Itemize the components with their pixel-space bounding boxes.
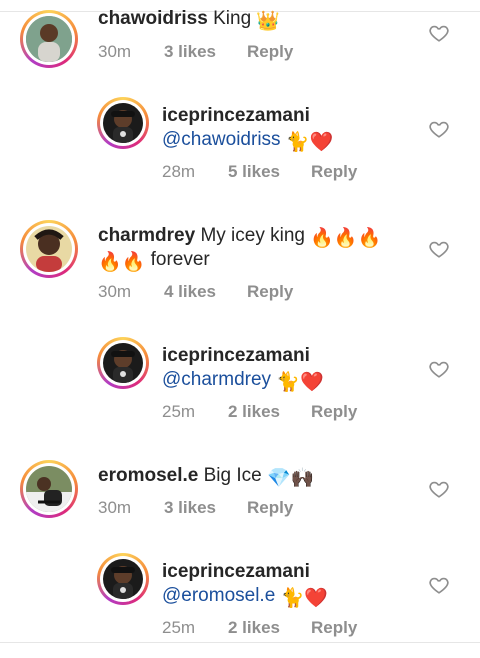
like-heart-icon[interactable]: [428, 358, 450, 380]
bottom-divider: [0, 642, 480, 643]
likes-count-link[interactable]: 2 likes: [228, 402, 280, 422]
like-heart-icon[interactable]: [428, 22, 450, 44]
reply-button[interactable]: Reply: [247, 42, 293, 62]
likes-count-link[interactable]: 5 likes: [228, 162, 280, 182]
likes-count-link[interactable]: 4 likes: [164, 282, 216, 302]
comment-text: My icey king: [200, 225, 305, 246]
comment-text: Big Ice: [203, 465, 262, 486]
comment-time: 30m: [98, 282, 132, 301]
avatar-eromosel[interactable]: [20, 460, 78, 518]
comment-time: 25m: [162, 402, 196, 421]
comment-username[interactable]: iceprincezamani: [162, 561, 310, 582]
likes-count-link[interactable]: 2 likes: [228, 618, 280, 638]
crown-emoji: 👑: [256, 11, 281, 32]
avatar-iceprincezamani[interactable]: [97, 337, 149, 389]
reply-button[interactable]: Reply: [247, 498, 293, 518]
avatar-iceprincezamani[interactable]: [97, 553, 149, 605]
comment-username[interactable]: iceprincezamani: [162, 105, 310, 126]
like-heart-icon[interactable]: [428, 574, 450, 596]
avatar-photo: [103, 103, 143, 143]
cat-heart-emoji: 🐈❤️: [280, 588, 328, 609]
avatar-photo: [26, 466, 72, 512]
like-heart-icon[interactable]: [428, 118, 450, 140]
likes-count-link[interactable]: 3 likes: [164, 42, 216, 62]
fire-emoji: 🔥🔥: [98, 252, 146, 273]
comment-username[interactable]: iceprincezamani: [162, 345, 310, 366]
mention-link[interactable]: @charmdrey: [162, 369, 271, 390]
reply-button[interactable]: Reply: [311, 162, 357, 182]
reply-button[interactable]: Reply: [311, 618, 357, 638]
avatar-charmdrey[interactable]: [20, 220, 78, 278]
avatar-chawoidriss[interactable]: [20, 10, 78, 68]
comment-time: 25m: [162, 618, 196, 637]
fire-emoji: 🔥🔥🔥: [310, 228, 382, 249]
comment-text-continued: forever: [150, 249, 210, 270]
mention-link[interactable]: @chawoidriss: [162, 129, 281, 150]
like-heart-icon[interactable]: [428, 238, 450, 260]
comment-time: 28m: [162, 162, 196, 181]
comment-username[interactable]: chawoidriss: [98, 8, 208, 29]
comment-username[interactable]: eromosel.e: [98, 465, 198, 486]
avatar-photo: [26, 226, 72, 272]
comment-time: 30m: [98, 498, 132, 517]
avatar-photo: [103, 559, 143, 599]
comment-text: King: [213, 8, 252, 29]
cat-heart-emoji: 🐈❤️: [285, 132, 334, 153]
reply-button[interactable]: Reply: [247, 282, 293, 302]
cat-heart-emoji: 🐈❤️: [276, 372, 324, 393]
likes-count-link[interactable]: 3 likes: [164, 498, 216, 518]
diamond-hands-emoji: 💎🙌🏿: [266, 468, 315, 489]
like-heart-icon[interactable]: [428, 478, 450, 500]
mention-link[interactable]: @eromosel.e: [162, 585, 275, 606]
avatar-iceprincezamani[interactable]: [97, 97, 149, 149]
comment-time: 30m: [98, 42, 132, 61]
avatar-photo: [103, 343, 143, 383]
avatar-photo: [26, 16, 72, 62]
reply-button[interactable]: Reply: [311, 402, 357, 422]
comment-username[interactable]: charmdrey: [98, 225, 195, 246]
